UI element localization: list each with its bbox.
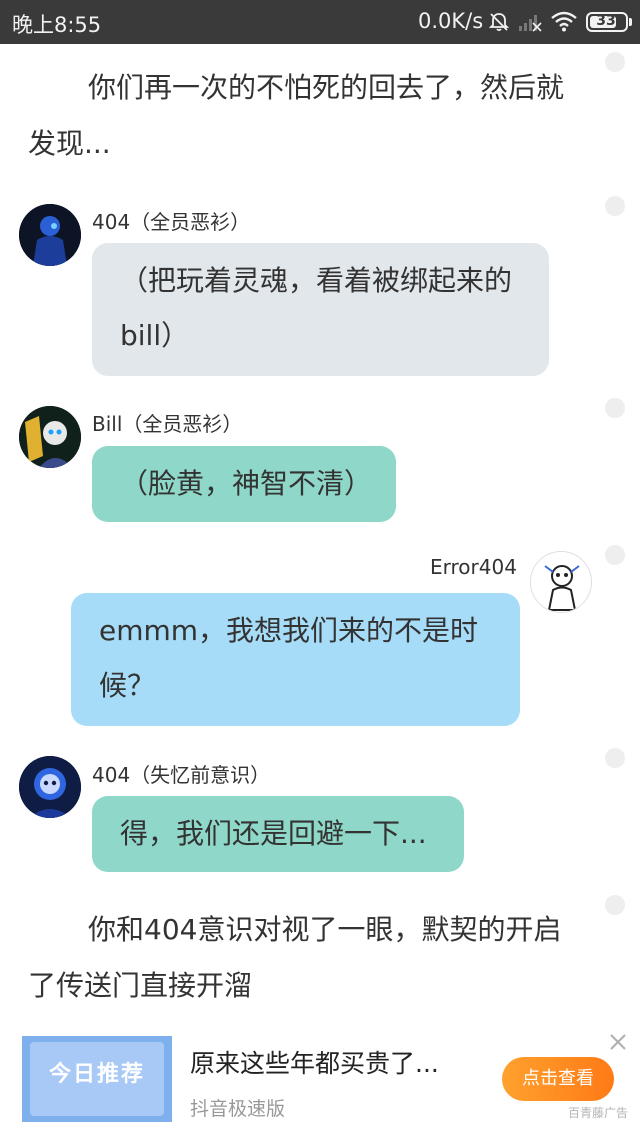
avatar[interactable] bbox=[19, 204, 81, 266]
message-bubble: （脸黄，神智不清） bbox=[92, 446, 396, 522]
narration-text: 你们再一次的不怕死的回去了，然后就发现... bbox=[28, 71, 565, 160]
message-bubble: 得，我们还是回避一下... bbox=[92, 796, 464, 872]
ad-title[interactable]: 原来这些年都买贵了... bbox=[190, 1044, 439, 1080]
ad-view-button[interactable]: 点击查看 bbox=[502, 1057, 614, 1101]
paragraph-marker[interactable] bbox=[605, 748, 625, 768]
wifi-icon bbox=[551, 11, 577, 32]
close-icon[interactable] bbox=[606, 1030, 630, 1054]
battery-icon: 33 bbox=[586, 12, 632, 32]
paragraph-marker[interactable] bbox=[605, 895, 625, 915]
battery-level: 33 bbox=[596, 13, 616, 29]
sender-name: Error404 bbox=[430, 555, 517, 579]
ad-source: 抖音极速版 bbox=[190, 1098, 286, 1120]
avatar[interactable] bbox=[19, 406, 81, 468]
message-bubble: （把玩着灵魂，看着被绑起来的bill） bbox=[92, 243, 549, 376]
sender-name: 404（失忆前意识） bbox=[92, 763, 271, 787]
network-speed: 0.0K/s bbox=[418, 9, 484, 33]
bell-muted-icon bbox=[488, 13, 510, 32]
message-bubble: emmm，我想我们来的不是时候？ bbox=[71, 593, 520, 726]
status-bar: 晚上8:55 0.0K/s 33 bbox=[0, 0, 640, 44]
ad-thumbnail[interactable]: 今日推荐 bbox=[22, 1036, 172, 1122]
signal-icon bbox=[519, 15, 542, 32]
status-time: 晚上8:55 bbox=[12, 13, 102, 37]
ad-tag: 百青藤广告 bbox=[568, 1106, 629, 1120]
paragraph-marker[interactable] bbox=[605, 196, 625, 216]
paragraph-marker[interactable] bbox=[605, 398, 625, 418]
sender-name: Bill（全员恶衫） bbox=[92, 412, 243, 436]
avatar[interactable] bbox=[530, 551, 592, 613]
ad-thumbnail-text: 今日推荐 bbox=[48, 1062, 145, 1087]
narration-text: 你和404意识对视了一眼，默契的开启了传送门直接开溜 bbox=[28, 913, 562, 1002]
avatar[interactable] bbox=[19, 756, 81, 818]
paragraph-marker[interactable] bbox=[605, 52, 625, 72]
sender-name: 404（全员恶衫） bbox=[92, 210, 251, 234]
paragraph-marker[interactable] bbox=[605, 545, 625, 565]
